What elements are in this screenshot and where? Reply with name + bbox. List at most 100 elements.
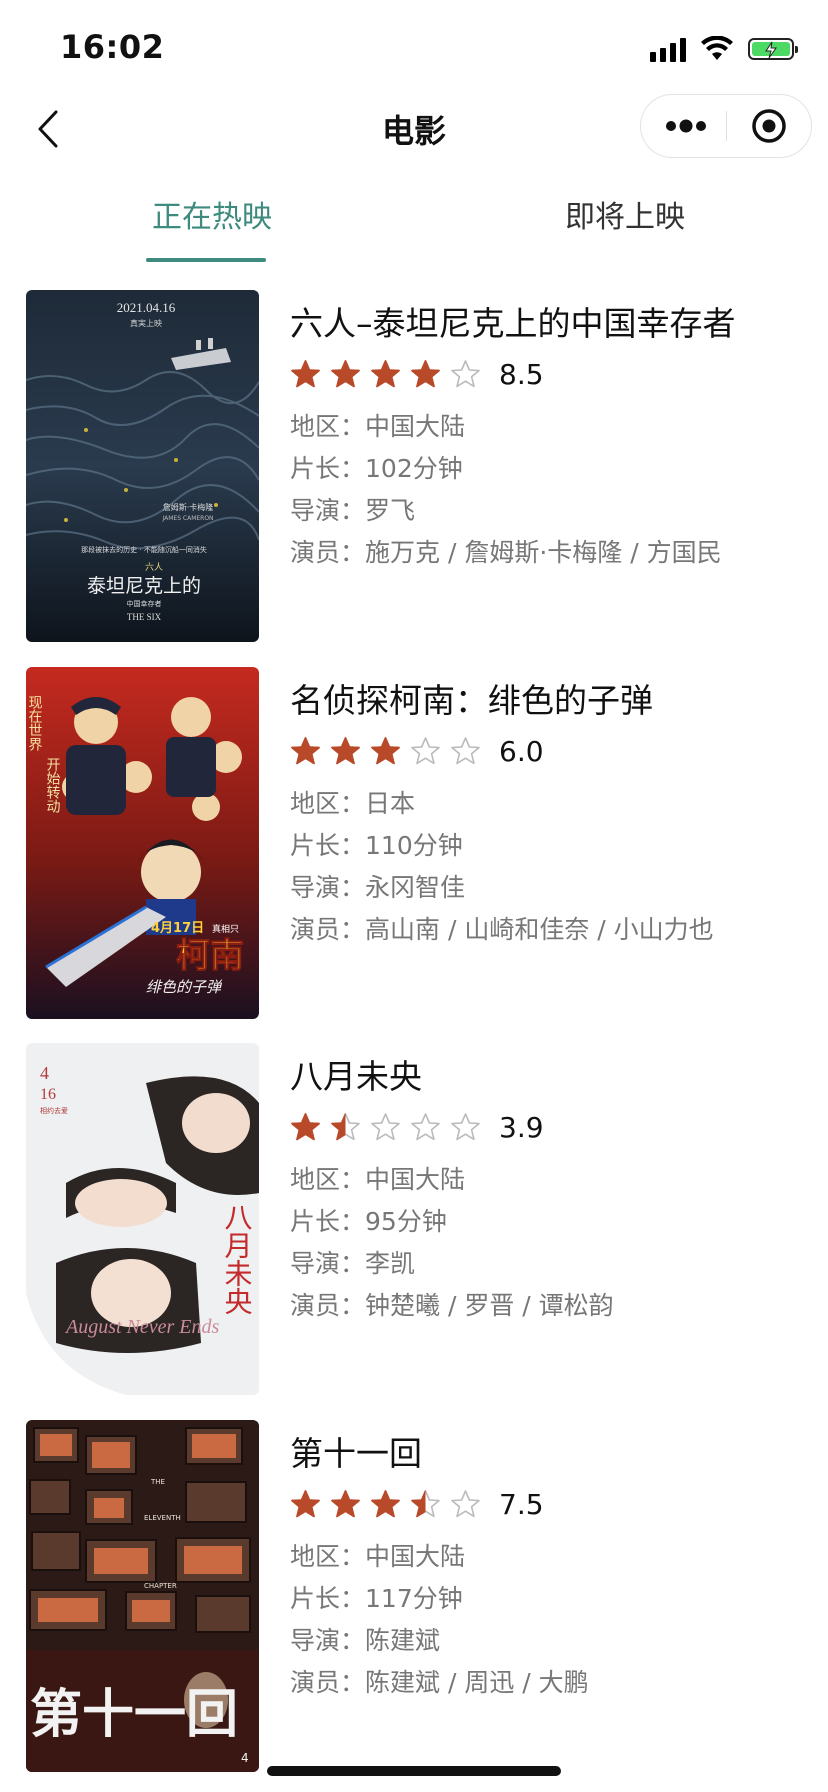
movie-actors: 演员：钟楚曦 / 罗晋 / 谭松韵 [290,1285,808,1327]
movie-meta: 地区：中国大陆 片长：102分钟 导演：罗飞 演员：施万克 / 詹姆斯·卡梅隆 … [290,406,808,574]
movie-score: 8.5 [499,357,544,391]
poster-title-main: 泰坦尼克上的 [87,575,201,597]
movie-item[interactable]: THE ELEVENTH CHAPTER 第十一回 4 第十一回 7.5 地区：… [0,1420,828,1772]
poster-title-big: 第十一回 [30,1686,238,1744]
star-half-icon [411,1489,440,1517]
more-options-icon[interactable] [641,95,726,157]
poster-date-sub: 真実上映 [130,318,162,328]
movie-item[interactable]: 现在世界 开始转动 4月17日 真相只 柯南 绯色的子弹 名侦探柯南：绯色的子弹… [0,667,828,1019]
poster-date-day: 16 [40,1086,56,1103]
poster-tagline: 那段被抹去的历史 · 不能随沉船一同消失 [81,545,207,554]
close-miniprogram-icon[interactable] [727,95,812,157]
movie-director: 导演：陈建斌 [290,1620,808,1662]
movie-actors: 演员：陈建斌 / 周迅 / 大鹏 [290,1662,808,1704]
poster-title-small: 六人 [145,561,163,573]
tab-bar: 正在热映 即将上映 [0,196,828,266]
tab-coming-soon[interactable]: 即将上映 [565,196,685,240]
movie-info: 第十一回 7.5 地区：中国大陆 片长：117分钟 导演：陈建斌 演员：陈建斌 … [290,1430,808,1704]
movie-length: 片长：95分钟 [290,1201,808,1243]
poster-vertical-text-1: 现在世界 [27,695,43,752]
movie-title[interactable]: 名侦探柯南：绯色的子弹 [290,677,808,725]
region-label: 地区： [290,1542,366,1571]
poster-date: 2021.04.16 [117,300,176,315]
poster-title-vertical: 八月未央 [221,1203,253,1315]
region-value: 中国大陆 [365,1542,466,1571]
movie-rating: 8.5 [290,352,808,396]
director-value: 罗飞 [365,496,416,525]
movie-title[interactable]: 八月未央 [290,1053,808,1101]
actors-label: 演员： [290,538,366,567]
status-icons [650,34,798,64]
status-bar: 16:02 [0,0,828,100]
movie-director: 导演：罗飞 [290,490,808,532]
poster-title-en-2: ELEVENTH [144,1514,181,1522]
star-filled-icon [371,1489,400,1517]
star-filled-icon [371,359,400,387]
director-label: 导演： [290,873,366,902]
star-rating [290,1112,481,1143]
movie-director: 导演：李凯 [290,1243,808,1285]
poster-title-en: August Never Ends [64,1316,220,1338]
poster-title-sub: 绯色的子弹 [146,978,223,996]
tab-now-showing[interactable]: 正在热映 [152,196,272,240]
active-tab-indicator [146,258,266,262]
movie-poster[interactable]: 2021.04.16 真実上映 詹姆斯·卡梅隆 JAMES CAMERON 那段… [26,290,259,642]
movie-item[interactable]: 2021.04.16 真実上映 詹姆斯·卡梅隆 JAMES CAMERON 那段… [0,290,828,642]
star-empty-icon [451,359,480,387]
length-label: 片长： [290,454,366,483]
mini-program-capsule [640,94,812,158]
movie-score: 6.0 [499,734,544,768]
actors-label: 演员： [290,915,366,944]
movie-meta: 地区：中国大陆 片长：95分钟 导演：李凯 演员：钟楚曦 / 罗晋 / 谭松韵 [290,1159,808,1327]
star-filled-icon [371,736,400,764]
actors-value: 钟楚曦 / 罗晋 / 谭松韵 [365,1291,614,1320]
movie-item[interactable]: 4 16 相约去爱 八月未央 August Never Ends 八月未央 3.… [0,1043,828,1395]
poster-date: 4月17日 [151,921,204,936]
actors-label: 演员： [290,1668,366,1697]
actors-value: 陈建斌 / 周迅 / 大鹏 [365,1668,589,1697]
poster-date-tag: 相约去爱 [40,1106,68,1115]
movie-rating: 6.0 [290,729,808,773]
star-filled-icon [291,1112,320,1140]
length-value: 102分钟 [365,454,463,483]
movie-info: 八月未央 3.9 地区：中国大陆 片长：95分钟 导演：李凯 演员：钟楚曦 / … [290,1053,808,1327]
movie-director: 导演：永冈智佳 [290,867,808,909]
star-empty-icon [411,1112,440,1140]
home-indicator[interactable] [267,1766,561,1776]
length-value: 110分钟 [365,831,463,860]
director-label: 导演： [290,1249,366,1278]
movie-length: 片长：110分钟 [290,825,808,867]
movie-title[interactable]: 第十一回 [290,1430,808,1478]
star-filled-icon [331,1489,360,1517]
star-filled-icon [411,359,440,387]
poster-title-en: THE SIX [127,612,162,622]
star-rating [290,359,481,390]
length-label: 片长： [290,1207,366,1236]
movie-length: 片长：117分钟 [290,1578,808,1620]
movie-poster[interactable]: 4 16 相约去爱 八月未央 August Never Ends [26,1043,259,1395]
movie-score: 7.5 [499,1487,544,1521]
poster-date-tag: 真相只 [212,923,239,935]
movie-region: 地区：中国大陆 [290,406,808,448]
poster-date-month: 4 [40,1063,49,1083]
movie-poster[interactable]: 现在世界 开始转动 4月17日 真相只 柯南 绯色的子弹 [26,667,259,1019]
star-filled-icon [331,359,360,387]
poster-title-en-1: THE [150,1478,165,1486]
status-time: 16:02 [60,28,165,66]
movie-actors: 演员：施万克 / 詹姆斯·卡梅隆 / 方国民 [290,532,808,574]
movie-title[interactable]: 六人–泰坦尼克上的中国幸存者 [290,300,808,348]
movie-length: 片长：102分钟 [290,448,808,490]
length-label: 片长： [290,831,366,860]
star-filled-icon [291,359,320,387]
movie-meta: 地区：中国大陆 片长：117分钟 导演：陈建斌 演员：陈建斌 / 周迅 / 大鹏 [290,1536,808,1704]
star-filled-icon [291,1489,320,1517]
poster-title-big: 柯南 [176,936,244,976]
star-empty-icon [371,1112,400,1140]
movie-actors: 演员：高山南 / 山崎和佳奈 / 小山力也 [290,909,808,951]
star-empty-icon [451,1112,480,1140]
movie-region: 地区：中国大陆 [290,1159,808,1201]
star-rating [290,736,481,767]
star-empty-icon [451,1489,480,1517]
movie-poster[interactable]: THE ELEVENTH CHAPTER 第十一回 4 [26,1420,259,1772]
star-empty-icon [451,736,480,764]
